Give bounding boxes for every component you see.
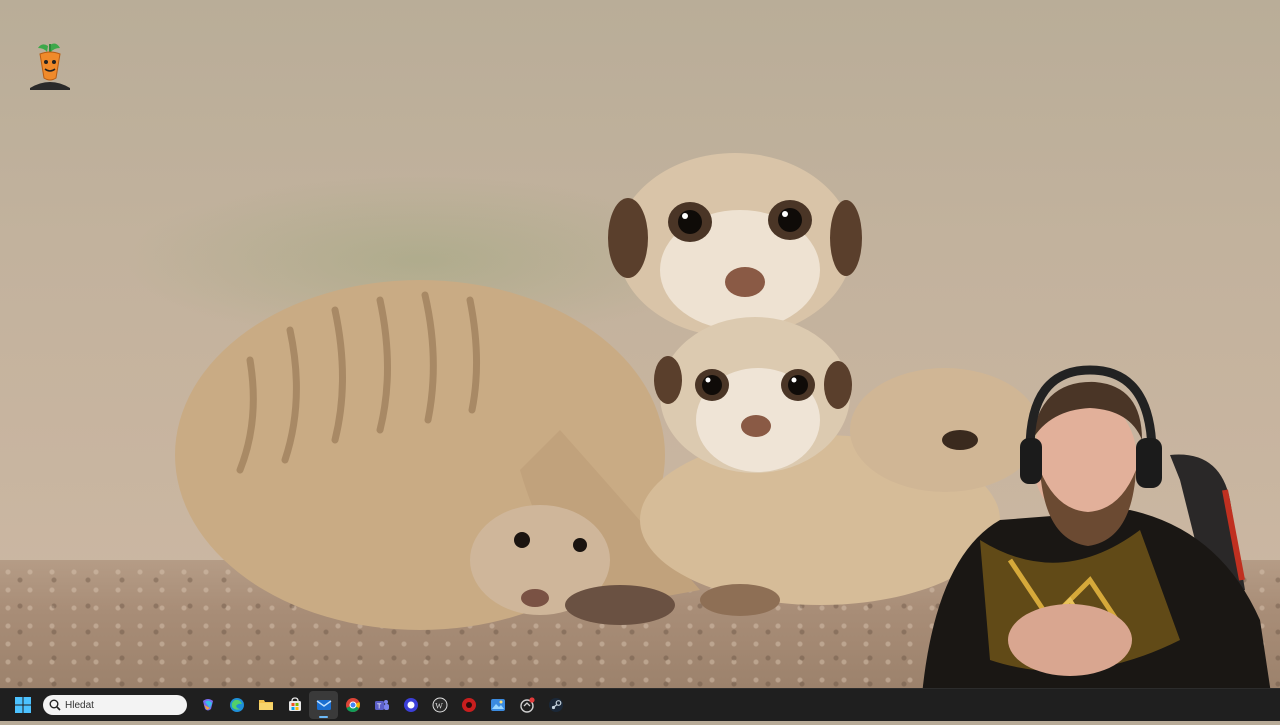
record-app-icon <box>461 698 476 712</box>
desktop-shortcut[interactable] <box>26 42 74 92</box>
taskbar-app-edge[interactable] <box>222 691 251 719</box>
taskbar-apps: T W <box>193 691 570 719</box>
windows-logo-icon <box>14 697 31 713</box>
app-with-badge-icon <box>519 697 535 713</box>
edge-icon <box>229 698 244 712</box>
webcam-overlay <box>880 360 1280 720</box>
taskbar-app-badge[interactable] <box>512 691 541 719</box>
taskbar-app-store[interactable] <box>280 691 309 719</box>
taskbar-app-circle[interactable] <box>396 691 425 719</box>
taskbar-app-wordpress[interactable]: W <box>425 691 454 719</box>
svg-text:W: W <box>435 702 443 711</box>
teams-icon: T <box>374 700 389 711</box>
streamer-webcam <box>920 365 1275 720</box>
taskbar-app-chrome[interactable] <box>338 691 367 719</box>
search-placeholder: Hledat <box>65 699 94 711</box>
wordpress-icon: W <box>432 697 447 713</box>
taskbar-app-teams[interactable]: T <box>367 691 396 719</box>
app-circle-icon <box>403 698 418 712</box>
chrome-icon <box>345 698 360 712</box>
steam-icon <box>548 698 563 712</box>
file-explorer-icon <box>258 700 273 710</box>
photos-icon <box>490 699 505 711</box>
taskbar-search[interactable]: Hledat <box>43 695 187 715</box>
microsoft-store-icon <box>288 697 301 711</box>
search-icon <box>49 699 61 711</box>
taskbar-app-copilot[interactable] <box>193 691 222 719</box>
carrot-character-icon <box>30 43 70 90</box>
copilot-icon <box>202 699 213 711</box>
taskbar-app-steam[interactable] <box>541 691 570 719</box>
svg-text:T: T <box>377 704 382 711</box>
taskbar-app-mail[interactable] <box>309 691 338 719</box>
start-button[interactable] <box>8 691 37 719</box>
taskbar-app-photos[interactable] <box>483 691 512 719</box>
taskbar-app-record[interactable] <box>454 691 483 719</box>
taskbar: Hledat T W <box>0 688 1280 721</box>
taskbar-app-file-explorer[interactable] <box>251 691 280 719</box>
mail-icon <box>316 700 331 710</box>
